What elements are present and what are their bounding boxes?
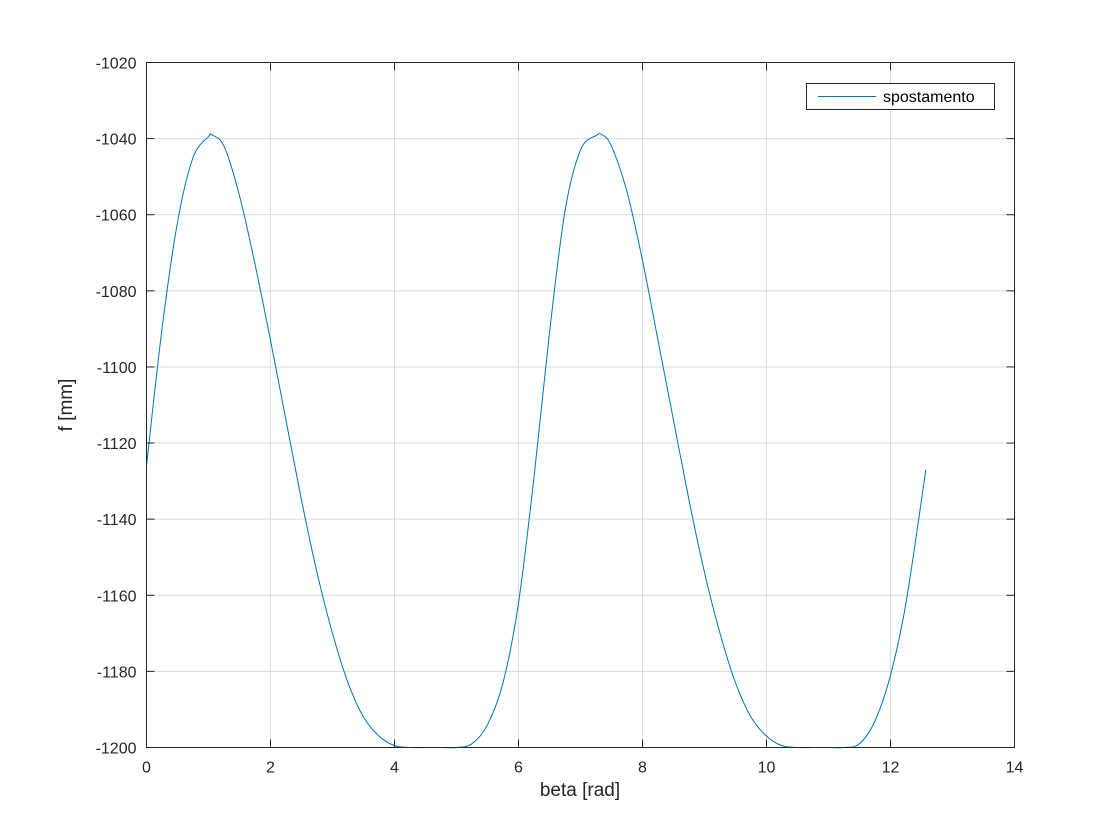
- y-tick-label: -1100: [97, 360, 137, 377]
- x-tick-label: 10: [758, 760, 776, 777]
- x-axis-title: beta [rad]: [540, 780, 620, 801]
- x-tick-label: 0: [142, 760, 151, 777]
- x-tick-label: 14: [1006, 760, 1024, 777]
- y-tick-label: -1120: [97, 436, 137, 453]
- y-tick-label: -1080: [96, 284, 137, 301]
- y-tick-label: -1160: [97, 588, 137, 605]
- y-tick-labels: -1020 -1040 -1060 -1080 -1100 -1120 -1140 -1160…: [96, 56, 137, 758]
- y-axis-title: f [mm]: [56, 379, 77, 432]
- x-tick-label: 2: [266, 760, 275, 777]
- x-tick-labels: 0 2 4 6 8 10 12 14: [142, 760, 1023, 777]
- plot-background: [146, 62, 1015, 748]
- legend-label: spostamento: [883, 89, 975, 106]
- y-tick-label: -1200: [96, 741, 137, 758]
- x-tick-label: 4: [390, 760, 399, 777]
- y-tick-label: -1020: [96, 56, 137, 73]
- y-tick-label: -1140: [97, 512, 137, 529]
- y-tick-label: -1040: [96, 132, 137, 149]
- x-tick-label: 8: [638, 760, 647, 777]
- x-tick-label: 12: [882, 760, 900, 777]
- y-tick-label: -1060: [96, 208, 137, 225]
- x-tick-label: 6: [514, 760, 523, 777]
- line-chart: 0 2 4 6 8 10 12 14 -1020 -1040 -1060 -1080 -1100 -11…: [56, 56, 1024, 802]
- y-tick-label: -1180: [97, 664, 137, 681]
- legend: spostamento: [806, 83, 995, 110]
